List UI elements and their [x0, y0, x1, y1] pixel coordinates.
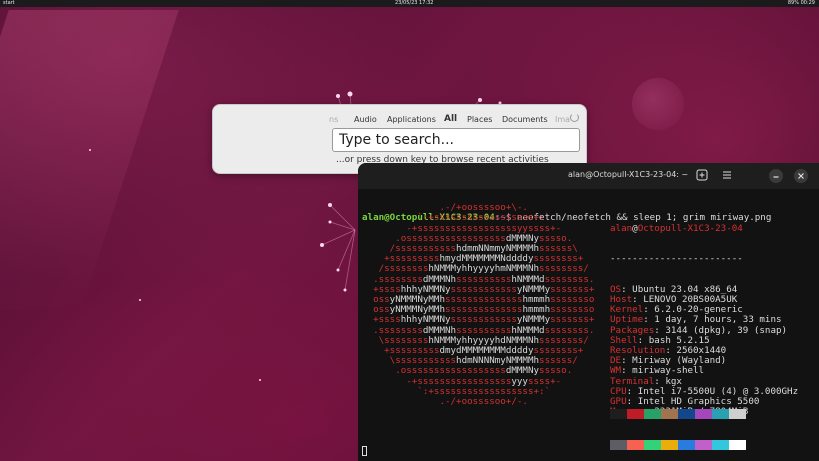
color-swatch [661, 439, 678, 450]
terminal-window[interactable]: alan@Octopull-X1C3-23-04: ~ alan@Octopul… [358, 163, 819, 461]
info-header: alan@Octopull-X1C3-23-04 [610, 222, 743, 234]
minimize-icon[interactable] [769, 169, 783, 183]
info-user: alan [610, 222, 633, 234]
search-input[interactable]: Type to search... [332, 128, 580, 152]
tab-applications[interactable]: Applications [387, 115, 436, 124]
wallpaper-moon [632, 78, 684, 130]
color-swatch [678, 409, 695, 420]
color-swatch [610, 409, 627, 420]
tab-places[interactable]: Places [467, 115, 492, 124]
info-host: Octopull-X1C3-23-04 [637, 222, 743, 234]
top-bar: start 23/05/23 17:32 89% 00:29 [0, 0, 819, 7]
color-swatch [644, 439, 661, 450]
terminal-title: alan@Octopull-X1C3-23-04: ~ [568, 170, 689, 179]
color-swatch [644, 409, 661, 420]
close-icon[interactable] [794, 169, 808, 183]
color-swatch [712, 409, 729, 420]
tab-previous[interactable]: ns [329, 115, 338, 124]
wallpaper-shape [0, 10, 179, 310]
color-swatch [627, 439, 644, 450]
tab-all[interactable]: All [444, 114, 457, 124]
color-swatch [627, 409, 644, 420]
color-swatch [729, 439, 746, 450]
color-swatch [678, 439, 695, 450]
color-swatch [712, 439, 729, 450]
tab-audio[interactable]: Audio [354, 115, 377, 124]
color-palette [610, 389, 746, 461]
tab-documents[interactable]: Documents [502, 115, 548, 124]
menu-icon[interactable] [720, 169, 734, 183]
color-swatch [695, 409, 712, 420]
logo-line: .-/+oossssoo+/-. [362, 396, 528, 408]
color-swatch [610, 439, 627, 450]
launcher-tabs: ns Audio Applications All Places Documen… [213, 113, 588, 127]
terminal-output[interactable]: alan@Octopull-X1C3-23-04:~$ neofetch/neo… [362, 193, 817, 457]
tab-images[interactable]: Ima [555, 115, 570, 124]
color-swatch [729, 409, 746, 420]
status-indicators[interactable]: 89% 00:29 [788, 0, 815, 7]
terminal-cursor [362, 446, 367, 456]
color-swatch [695, 439, 712, 450]
start-button[interactable]: start [3, 0, 15, 7]
loading-spinner-icon [570, 113, 579, 122]
new-tab-icon[interactable] [695, 169, 709, 183]
ubuntu-ascii-logo: .-/+oossssoo+\-. `:+ssssssssssssssssss+:… [362, 203, 594, 407]
clock[interactable]: 23/05/23 17:32 [395, 0, 433, 7]
terminal-header[interactable]: alan@Octopull-X1C3-23-04: ~ [358, 163, 819, 189]
color-swatch [661, 409, 678, 420]
info-separator: ------------------------ [610, 253, 743, 265]
